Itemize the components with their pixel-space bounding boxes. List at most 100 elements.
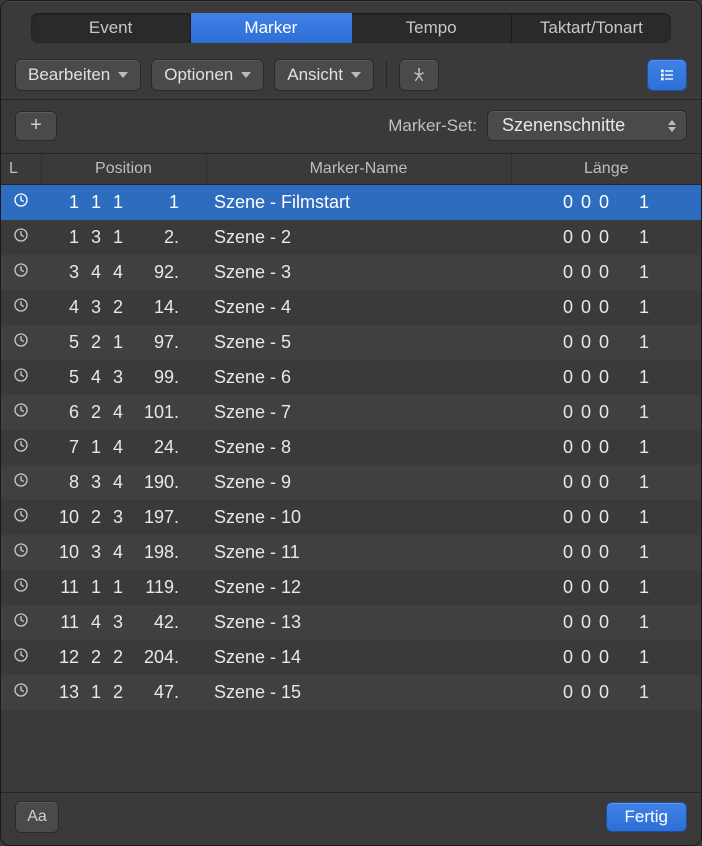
marker-list-window: Event Marker Tempo Taktart/Tonart Bearbe… [0,0,702,846]
markerset-dropdown[interactable]: Szenenschnitte [487,110,687,141]
length-cell[interactable]: 0001 [511,675,701,710]
table-row[interactable]: 43214.Szene - 40001 [1,290,701,325]
marker-table-wrap[interactable]: L Position Marker-Name Länge 1111Szene -… [1,153,701,792]
catch-playhead-button[interactable] [399,59,439,91]
tab-bar: Event Marker Tempo Taktart/Tonart [31,13,671,43]
done-button[interactable]: Fertig [606,802,687,832]
position-cell[interactable]: 54399. [41,360,206,395]
length-cell[interactable]: 0001 [511,570,701,605]
position-cell[interactable]: 71424. [41,430,206,465]
position-part: 5 [49,367,79,388]
position-cell[interactable]: 114342. [41,605,206,640]
marker-name-cell[interactable]: Szene - 3 [206,255,511,290]
marker-name-cell[interactable]: Szene - 12 [206,570,511,605]
position-part: 1 [79,437,101,458]
position-part: 11 [49,577,79,598]
col-header-length[interactable]: Länge [511,154,701,185]
position-cell[interactable]: 52197. [41,325,206,360]
tab-tempo[interactable]: Tempo [352,13,512,43]
table-row[interactable]: 1034198.Szene - 110001 [1,535,701,570]
position-cell[interactable]: 624101. [41,395,206,430]
marker-name-cell[interactable]: Szene - 14 [206,640,511,675]
table-row[interactable]: 131247.Szene - 150001 [1,675,701,710]
marker-name-cell[interactable]: Szene - 5 [206,325,511,360]
position-cell[interactable]: 34492. [41,255,206,290]
position-part: 204. [123,647,179,668]
position-part: 6 [49,402,79,423]
clock-icon [13,367,29,383]
length-part: 1 [609,647,649,668]
marker-name-cell[interactable]: Szene - 8 [206,430,511,465]
marker-name-cell[interactable]: Szene - 15 [206,675,511,710]
length-part: 0 [555,647,573,668]
edit-menu[interactable]: Bearbeiten [15,59,141,91]
position-cell[interactable]: 834190. [41,465,206,500]
position-part: 1 [101,577,123,598]
length-cell[interactable]: 0001 [511,325,701,360]
list-view-toggle[interactable] [647,59,687,91]
col-header-name[interactable]: Marker-Name [206,154,511,185]
marker-name-cell[interactable]: Szene - Filmstart [206,185,511,220]
clock-icon [13,577,29,593]
length-cell[interactable]: 0001 [511,360,701,395]
table-row[interactable]: 1111Szene - Filmstart0001 [1,185,701,220]
table-row[interactable]: 114342.Szene - 130001 [1,605,701,640]
marker-name-cell[interactable]: Szene - 9 [206,465,511,500]
table-row[interactable]: 54399.Szene - 60001 [1,360,701,395]
table-row[interactable]: 1023197.Szene - 100001 [1,500,701,535]
add-marker-button[interactable]: + [15,111,57,141]
position-part: 14. [123,297,179,318]
table-row[interactable]: 71424.Szene - 80001 [1,430,701,465]
clock-icon [13,682,29,698]
table-row[interactable]: 1111119.Szene - 120001 [1,570,701,605]
position-cell[interactable]: 1023197. [41,500,206,535]
position-cell[interactable]: 43214. [41,290,206,325]
tab-event[interactable]: Event [31,13,191,43]
length-part: 0 [591,682,609,703]
length-cell[interactable]: 0001 [511,465,701,500]
length-part: 1 [609,367,649,388]
length-part: 0 [573,507,591,528]
table-row[interactable]: 834190.Szene - 90001 [1,465,701,500]
marker-name-cell[interactable]: Szene - 11 [206,535,511,570]
position-cell[interactable]: 131247. [41,675,206,710]
marker-name-cell[interactable]: Szene - 7 [206,395,511,430]
length-part: 1 [609,472,649,493]
table-row[interactable]: 52197.Szene - 50001 [1,325,701,360]
clock-icon [13,192,29,208]
length-cell[interactable]: 0001 [511,535,701,570]
marker-name-cell[interactable]: Szene - 13 [206,605,511,640]
marker-name-cell[interactable]: Szene - 2 [206,220,511,255]
marker-name-cell[interactable]: Szene - 6 [206,360,511,395]
table-row[interactable]: 1222204.Szene - 140001 [1,640,701,675]
length-cell[interactable]: 0001 [511,395,701,430]
position-cell[interactable]: 1111 [41,185,206,220]
position-cell[interactable]: 1222204. [41,640,206,675]
length-cell[interactable]: 0001 [511,185,701,220]
length-cell[interactable]: 0001 [511,255,701,290]
length-cell[interactable]: 0001 [511,290,701,325]
marker-name-cell[interactable]: Szene - 4 [206,290,511,325]
length-cell[interactable]: 0001 [511,220,701,255]
length-cell[interactable]: 0001 [511,640,701,675]
col-header-position[interactable]: Position [41,154,206,185]
tab-signature[interactable]: Taktart/Tonart [512,13,671,43]
position-cell[interactable]: 1034198. [41,535,206,570]
col-header-l[interactable]: L [1,154,41,185]
position-part: 197. [123,507,179,528]
length-cell[interactable]: 0001 [511,430,701,465]
view-menu[interactable]: Ansicht [274,59,374,91]
position-part: 3 [79,297,101,318]
table-row[interactable]: 34492.Szene - 30001 [1,255,701,290]
length-cell[interactable]: 0001 [511,500,701,535]
text-style-button[interactable]: Aa [15,801,59,833]
position-cell[interactable]: 1111119. [41,570,206,605]
options-menu[interactable]: Optionen [151,59,264,91]
length-cell[interactable]: 0001 [511,605,701,640]
table-row[interactable]: 624101.Szene - 70001 [1,395,701,430]
position-part: 2 [79,332,101,353]
tab-marker[interactable]: Marker [191,13,351,43]
marker-name-cell[interactable]: Szene - 10 [206,500,511,535]
position-cell[interactable]: 1312. [41,220,206,255]
table-row[interactable]: 1312.Szene - 20001 [1,220,701,255]
